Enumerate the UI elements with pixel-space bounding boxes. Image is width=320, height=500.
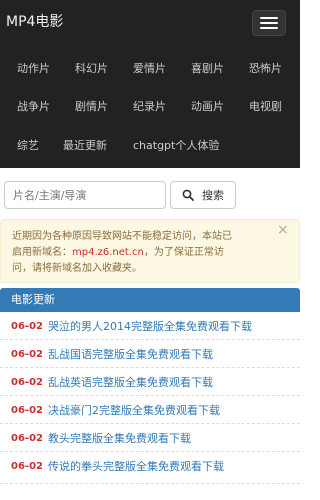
list-item[interactable]: 06-02 乱战英语完整版全集免费观看下载 bbox=[0, 370, 300, 396]
list-item[interactable]: 06-02 决战豪门2完整版全集免费观看下载 bbox=[0, 398, 300, 424]
nav-link[interactable]: 最近更新 bbox=[63, 139, 107, 153]
nav-link[interactable]: 恐怖片 bbox=[249, 62, 282, 76]
new-domain-link[interactable]: mp4.z6.net.cn bbox=[72, 247, 144, 258]
navbar: MP4电影 动作片 科幻片 爱情片 喜剧片 恐怖片 战争片 剧情片 纪录片 动画… bbox=[0, 0, 300, 168]
list-item[interactable]: 06-02 传说的拳头完整版全集免费观看下载 bbox=[0, 454, 300, 484]
nav-link[interactable]: 动作片 bbox=[17, 62, 50, 76]
item-date: 06-02 bbox=[11, 433, 43, 444]
nav-link[interactable]: 电视剧 bbox=[249, 100, 282, 114]
site-brand[interactable]: MP4电影 bbox=[6, 12, 63, 32]
nav-link[interactable]: chatgpt个人体验 bbox=[133, 139, 219, 153]
alert-text: 启用新域名： bbox=[12, 247, 72, 258]
list-item[interactable]: 06-02 哭泣的男人2014完整版全集免费观看下载 bbox=[0, 314, 300, 340]
item-date: 06-02 bbox=[11, 461, 43, 472]
search-input[interactable] bbox=[4, 181, 166, 209]
item-title-link[interactable]: 教头完整版全集免费观看下载 bbox=[48, 426, 191, 451]
item-title-link[interactable]: 传说的拳头完整版全集免费观看下载 bbox=[48, 454, 224, 480]
item-title-link[interactable]: 决战豪门2完整版全集免费观看下载 bbox=[48, 398, 220, 423]
nav-link[interactable]: 喜剧片 bbox=[191, 62, 224, 76]
hamburger-icon-bar bbox=[260, 27, 278, 29]
list-item[interactable]: 06-02 教头完整版全集免费观看下载 bbox=[0, 426, 300, 452]
search-button[interactable]: 搜索 bbox=[170, 181, 236, 209]
nav-link[interactable]: 动画片 bbox=[191, 100, 224, 114]
nav-link[interactable]: 爱情片 bbox=[133, 62, 166, 76]
close-icon[interactable]: × bbox=[277, 223, 289, 237]
alert-text: ，为了保证正常访 bbox=[143, 247, 224, 258]
search-button-label: 搜索 bbox=[202, 189, 224, 202]
item-title-link[interactable]: 哭泣的男人2014完整版全集免费观看下载 bbox=[48, 314, 252, 339]
nav-link[interactable]: 综艺 bbox=[17, 139, 39, 153]
item-date: 06-02 bbox=[11, 377, 43, 388]
search-icon bbox=[182, 189, 194, 201]
list-item[interactable]: 06-02 乱战国语完整版全集免费观看下载 bbox=[0, 342, 300, 368]
item-title-link[interactable]: 乱战国语完整版全集免费观看下载 bbox=[48, 342, 213, 367]
item-date: 06-02 bbox=[11, 349, 43, 360]
item-title-link[interactable]: 乱战英语完整版全集免费观看下载 bbox=[48, 370, 213, 395]
alert-line: 启用新域名：mp4.z6.net.cn，为了保证正常访 bbox=[12, 245, 275, 261]
nav-link[interactable]: 科幻片 bbox=[75, 62, 108, 76]
item-date: 06-02 bbox=[11, 321, 43, 332]
item-date: 06-02 bbox=[11, 405, 43, 416]
hamburger-icon-bar bbox=[260, 22, 278, 24]
nav-link[interactable]: 纪录片 bbox=[133, 100, 166, 114]
notice-alert: 近期因为各种原因导致网站不能稳定访问，本站已 启用新域名：mp4.z6.net.… bbox=[0, 219, 300, 283]
latest-movies-heading: 电影更新 bbox=[0, 288, 300, 312]
hamburger-icon-bar bbox=[260, 17, 278, 19]
alert-line: 问，请将新域名加入收藏夹。 bbox=[12, 263, 142, 274]
alert-line: 近期因为各种原因导致网站不能稳定访问，本站已 bbox=[12, 231, 232, 242]
nav-link[interactable]: 战争片 bbox=[17, 100, 50, 114]
menu-toggle-button[interactable] bbox=[252, 10, 286, 36]
nav-link[interactable]: 剧情片 bbox=[75, 100, 108, 114]
